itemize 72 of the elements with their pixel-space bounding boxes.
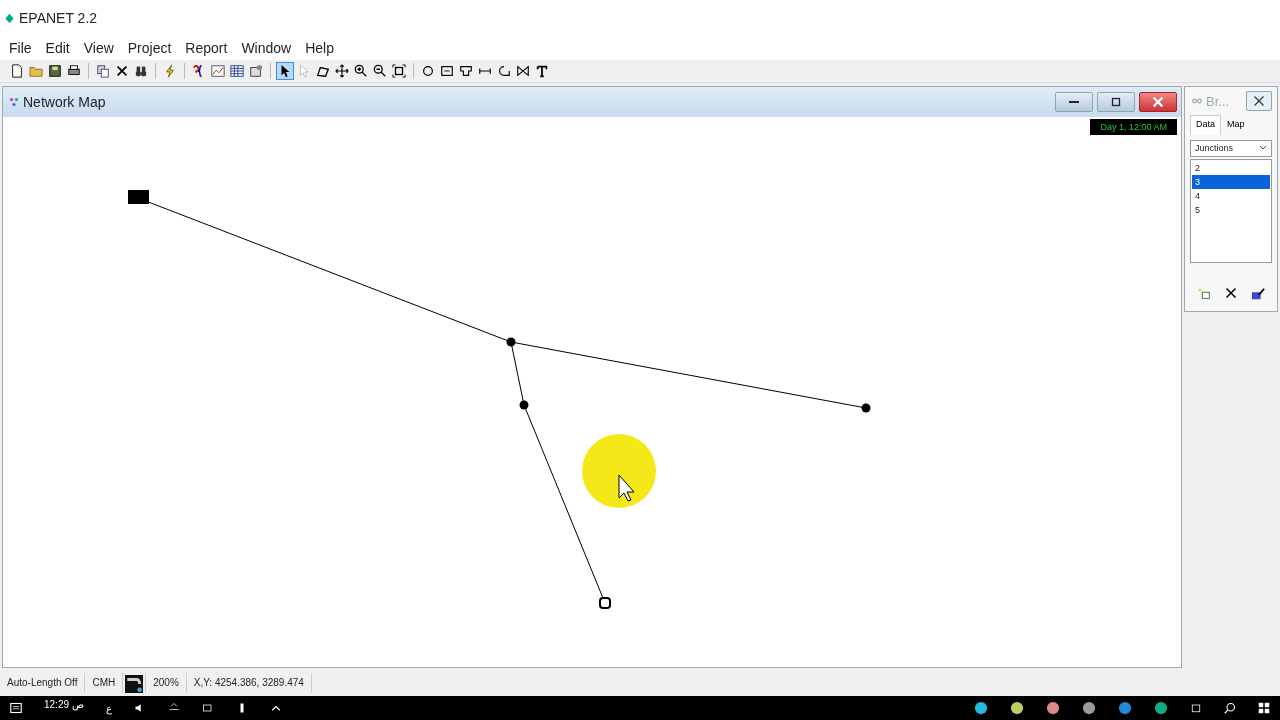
delete-icon [115, 64, 129, 79]
browser-icon[interactable] [1154, 701, 1168, 716]
menu-item[interactable]: Help [298, 37, 341, 58]
document-icon [10, 64, 24, 79]
tank-icon [459, 64, 473, 79]
battery-icon[interactable] [201, 702, 214, 715]
delete-icon[interactable] [1225, 286, 1237, 299]
tab[interactable]: Data [1190, 115, 1221, 135]
region-select-icon [316, 64, 330, 79]
clock[interactable]: ص 12:29 [44, 696, 84, 712]
graph-icon [211, 64, 225, 79]
folder-icon [29, 64, 43, 79]
panel-title: Br... [1206, 92, 1231, 111]
language-indicator[interactable]: ع [105, 700, 112, 716]
menu-item[interactable]: Project [120, 37, 179, 58]
list-item[interactable]: 3 [1192, 174, 1270, 189]
tank-node [599, 597, 611, 610]
simulation-time: Day 1, 12:00 AM [1090, 119, 1177, 136]
app-title: EPANET 2.2 [19, 9, 98, 29]
menu-item[interactable]: View [76, 37, 121, 58]
edit-icon[interactable] [1251, 286, 1265, 301]
list-item[interactable]: 4 [1192, 188, 1270, 203]
reservoir-node [128, 190, 149, 205]
auto-length-status: Auto-Length Off [0, 673, 86, 694]
junction-node [519, 400, 529, 410]
add-icon[interactable] [1197, 286, 1211, 301]
menu-item[interactable]: Edit [38, 37, 77, 58]
chevron-down-icon [1259, 145, 1267, 152]
pointer-tool[interactable] [276, 62, 294, 81]
valve-icon [516, 64, 530, 79]
pan-tool[interactable] [333, 62, 351, 81]
full-extent-tool[interactable] [390, 62, 408, 81]
list-item[interactable]: 5 [1192, 202, 1270, 217]
notification-icon[interactable] [10, 702, 22, 715]
menu-item[interactable]: Window [234, 37, 299, 58]
floppy-icon [48, 64, 62, 79]
pump-icon [497, 64, 511, 79]
circle-icon [421, 64, 435, 79]
junction-node [861, 403, 871, 413]
list-item[interactable]: 2 [1192, 160, 1270, 175]
junction-node [506, 337, 516, 347]
menu-item[interactable]: Report [178, 37, 235, 58]
zoom-level: 200% [146, 673, 187, 694]
search-icon[interactable] [1224, 702, 1236, 715]
close-icon [1151, 95, 1165, 110]
reservoir-icon [440, 64, 454, 79]
pan-icon [335, 64, 349, 79]
minimize-icon [1069, 101, 1079, 104]
start-icon[interactable] [1258, 702, 1270, 715]
copy-icon [96, 64, 110, 79]
text-tool-icon [535, 64, 549, 79]
tab[interactable]: Map [1221, 115, 1251, 135]
minimize-button[interactable] [1055, 92, 1093, 113]
window-title: Network Map [23, 92, 107, 112]
copy-tool[interactable] [94, 62, 112, 81]
table-icon [230, 64, 244, 79]
zoom-in-icon [354, 64, 368, 79]
options-icon [249, 64, 263, 79]
close-icon [1253, 95, 1265, 108]
zoom-out-icon [373, 64, 387, 79]
menu-item[interactable]: File [2, 37, 39, 58]
full-extent-icon [392, 64, 406, 79]
flow-units: CMH [85, 673, 124, 694]
task-view-icon[interactable] [1190, 702, 1202, 715]
mouse-pointer-icon [618, 474, 635, 502]
lightning-icon [163, 64, 177, 79]
vertex-pointer-icon [297, 64, 311, 79]
category-dropdown[interactable]: Junctions [1190, 139, 1272, 157]
coordinates: X,Y: 4254.386, 3289.474 [186, 673, 312, 694]
maximize-button[interactable] [1097, 92, 1135, 113]
close-button[interactable] [1246, 91, 1272, 112]
close-button[interactable] [1139, 92, 1177, 113]
